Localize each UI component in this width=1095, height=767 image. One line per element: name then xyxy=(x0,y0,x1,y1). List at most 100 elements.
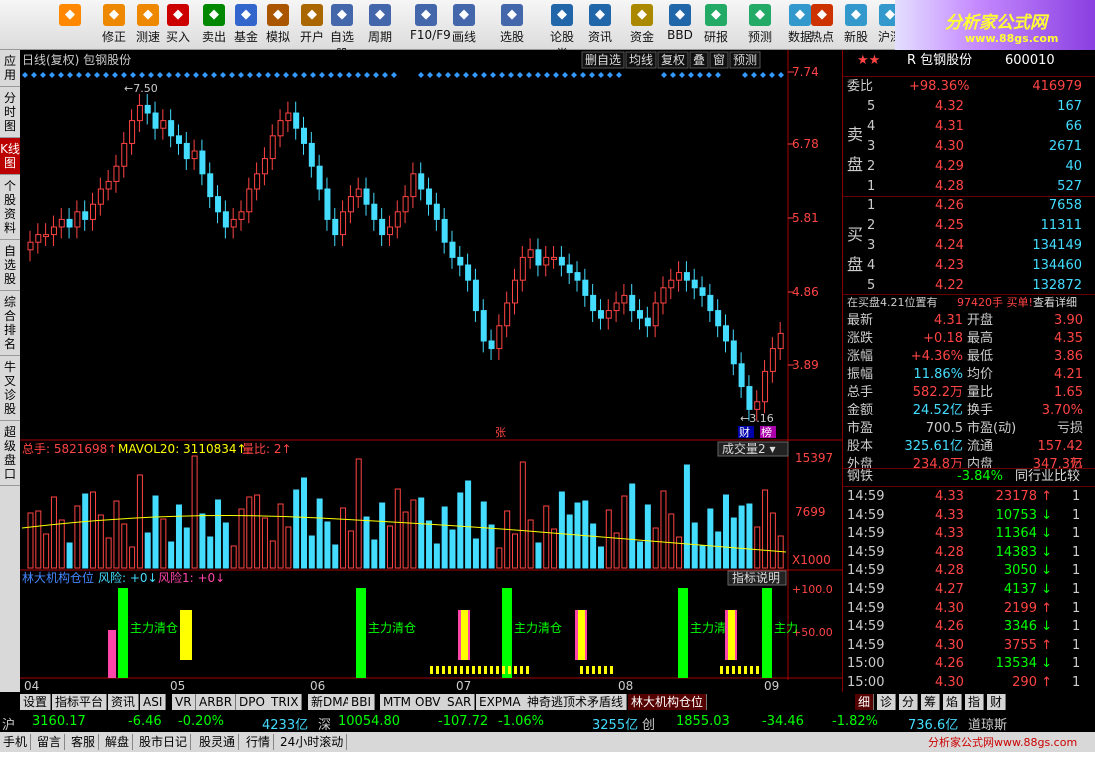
sidebar-item-2[interactable]: K线图 xyxy=(0,138,20,175)
volume-bar xyxy=(488,524,495,569)
toolbar-sell-button[interactable]: ◆ 卖出 xyxy=(198,2,230,48)
toolbar-money-button[interactable]: ◆ 资金 xyxy=(626,2,658,48)
indicator-tab-9[interactable]: BBI xyxy=(348,694,376,710)
toolbar-report-button[interactable]: ◆ 研报 xyxy=(700,2,732,48)
right-tab-3[interactable]: 筹 xyxy=(921,694,941,710)
refresh-icon: ◆ xyxy=(103,4,125,26)
volume-bar xyxy=(621,495,628,569)
kline-chart[interactable]: 日线(复权) 包钢股份 删自选 均线 复权叠窗预测 7.74 6.78 5.81 4.86 3.… xyxy=(20,50,842,693)
right-tab-5[interactable]: 指 xyxy=(965,694,985,710)
indicator-tab-15[interactable]: 林大机构仓位 xyxy=(628,694,708,710)
toolbar-forecast-button[interactable]: ◆ 预测 xyxy=(744,2,776,48)
indicator-tab-12[interactable]: SAR xyxy=(444,694,476,710)
toolbar-f10-button[interactable]: ◆ F10/F9 xyxy=(410,2,451,48)
chart-button-0[interactable]: 删自选 xyxy=(581,51,625,69)
candle xyxy=(246,188,253,213)
toolbar-bbd-button[interactable]: ◆ BBD xyxy=(664,2,696,48)
candle xyxy=(777,332,784,350)
sidebar-item-7[interactable]: 超级盘口 xyxy=(0,421,20,486)
candle xyxy=(230,218,237,228)
candle xyxy=(332,218,339,236)
status-link-7[interactable]: 24小时滚动 xyxy=(277,734,348,750)
indicator-tab-7[interactable]: TRIX xyxy=(268,694,303,710)
status-link-0[interactable]: 手机 xyxy=(0,734,32,750)
buy-level-4: 4 4.23 134460 xyxy=(847,257,1092,275)
candle xyxy=(410,173,417,198)
right-tab-4[interactable]: 焰 xyxy=(943,694,963,710)
sidebar-item-6[interactable]: 牛叉诊股 xyxy=(0,356,20,421)
sidebar-item-5[interactable]: 综合排名 xyxy=(0,291,20,356)
vol-ma20: MAVOL20: 3110834↑ xyxy=(118,442,247,456)
chart-button-1[interactable]: 均线 xyxy=(625,51,657,69)
tick-row-10: 15:00 4.30 290 ↑ 1 xyxy=(847,674,1092,692)
candle xyxy=(660,287,667,304)
right-tab-1[interactable]: 诊 xyxy=(877,694,897,710)
sidebar-item-1[interactable]: 分时图 xyxy=(0,87,20,138)
indicator-tab-10[interactable]: MTM xyxy=(380,694,416,710)
status-link-4[interactable]: 股市日记 xyxy=(136,734,192,750)
svg-text:指标说明: 指标说明 xyxy=(732,570,780,585)
chart-button-2[interactable]: 复权 xyxy=(657,51,689,69)
toolbar-star-button[interactable]: ◆自选股 xyxy=(326,2,358,61)
candle xyxy=(683,272,690,281)
toolbar-refresh-button[interactable]: ◆ 修正 xyxy=(98,2,130,48)
indicator-tab-4[interactable]: VR xyxy=(172,694,196,710)
right-tab-0[interactable]: 细 xyxy=(855,694,875,710)
indicator-tab-11[interactable]: OBV xyxy=(412,694,445,710)
volume-select[interactable]: 成交量2 ▾ xyxy=(717,441,789,457)
candle xyxy=(480,310,487,342)
indicator-tab-3[interactable]: ASI xyxy=(140,694,167,710)
ind-help-button[interactable]: 指标说明 xyxy=(727,570,787,586)
toolbar-fund-button[interactable]: ◆ 基金 xyxy=(230,2,262,48)
toolbar-hot-button[interactable]: ◆ 热点 xyxy=(806,2,838,48)
candle xyxy=(535,249,542,266)
toolbar-hammer-button[interactable]: ◆ 模拟 xyxy=(262,2,294,48)
cell: 10753 ↓ xyxy=(995,507,1052,523)
toolbar-newstock-button[interactable]: ◆ 新股 xyxy=(840,2,872,48)
indicator-tab-2[interactable]: 资讯 xyxy=(108,694,140,710)
indicator-tab-13[interactable]: EXPMA xyxy=(476,694,525,710)
indicator-tab-0[interactable]: 设置 xyxy=(20,694,52,710)
cell: 钢铁 xyxy=(847,469,874,484)
sidebar-item-4[interactable]: 自选股 xyxy=(0,240,20,291)
toolbar-back-button[interactable]: ◆ xyxy=(54,2,86,48)
indicator-tab-1[interactable]: 指标平台 xyxy=(52,694,108,710)
status-link-1[interactable]: 留言 xyxy=(34,734,66,750)
toolbar-pen-button[interactable]: ◆ 画线 xyxy=(448,2,480,48)
candle xyxy=(285,112,292,122)
status-link-2[interactable]: 客服 xyxy=(68,734,100,750)
volume-bar xyxy=(597,546,604,569)
ind-tick xyxy=(472,666,475,674)
candle xyxy=(738,363,745,388)
toolbar-forum-button[interactable]: ◆论股堂 xyxy=(546,2,578,61)
toolbar-clock-button[interactable]: ◆ 测速 xyxy=(132,2,164,48)
toolbar-label: F10/F9 xyxy=(410,28,451,42)
chart-button-4[interactable]: 窗 xyxy=(709,51,729,69)
cell: 4.32 xyxy=(935,99,964,114)
toolbar-news-button[interactable]: ◆ 资讯 xyxy=(584,2,616,48)
cell: 涨幅 xyxy=(847,349,874,364)
hot-icon: ◆ xyxy=(811,4,833,26)
cell: 4.24 xyxy=(935,238,964,253)
toolbar-period-button[interactable]: ◆ 周期 xyxy=(364,2,396,48)
right-tab-6[interactable]: 财 xyxy=(987,694,1007,710)
status-link-5[interactable]: 股灵通 xyxy=(196,734,240,750)
kline-chart-area[interactable]: 日线(复权) 包钢股份 删自选 均线 复权叠窗预测 7.74 6.78 5.81 4.86 3.… xyxy=(20,50,842,693)
sell-label: 卖盘 xyxy=(847,125,864,174)
sidebar-item-3[interactable]: 个股资料 xyxy=(0,175,20,240)
indicator-tab-6[interactable]: DPO xyxy=(236,694,269,710)
status-link-6[interactable]: 行情 xyxy=(243,734,275,750)
status-link-3[interactable]: 解盘 xyxy=(102,734,134,750)
chart-button-5[interactable]: 预测 xyxy=(729,51,761,69)
indicator-tab-14[interactable]: 神奇逃顶术矛盾线 xyxy=(524,694,628,710)
toolbar-lock-button[interactable]: ◆ 开户 xyxy=(296,2,328,48)
toolbar-select-button[interactable]: ◆ 选股 xyxy=(496,2,528,48)
indicator-tab-5[interactable]: ARBR xyxy=(196,694,237,710)
candle xyxy=(722,325,729,342)
index-stat-14: 736.6亿 xyxy=(908,718,959,733)
chart-button-3[interactable]: 叠 xyxy=(689,51,709,69)
toolbar-buy-button[interactable]: ◆ 买入 xyxy=(162,2,194,48)
right-tab-2[interactable]: 分 xyxy=(899,694,919,710)
sidebar-item-0[interactable]: 应用 xyxy=(0,50,20,87)
index-stat-8: -1.06% xyxy=(498,714,544,729)
